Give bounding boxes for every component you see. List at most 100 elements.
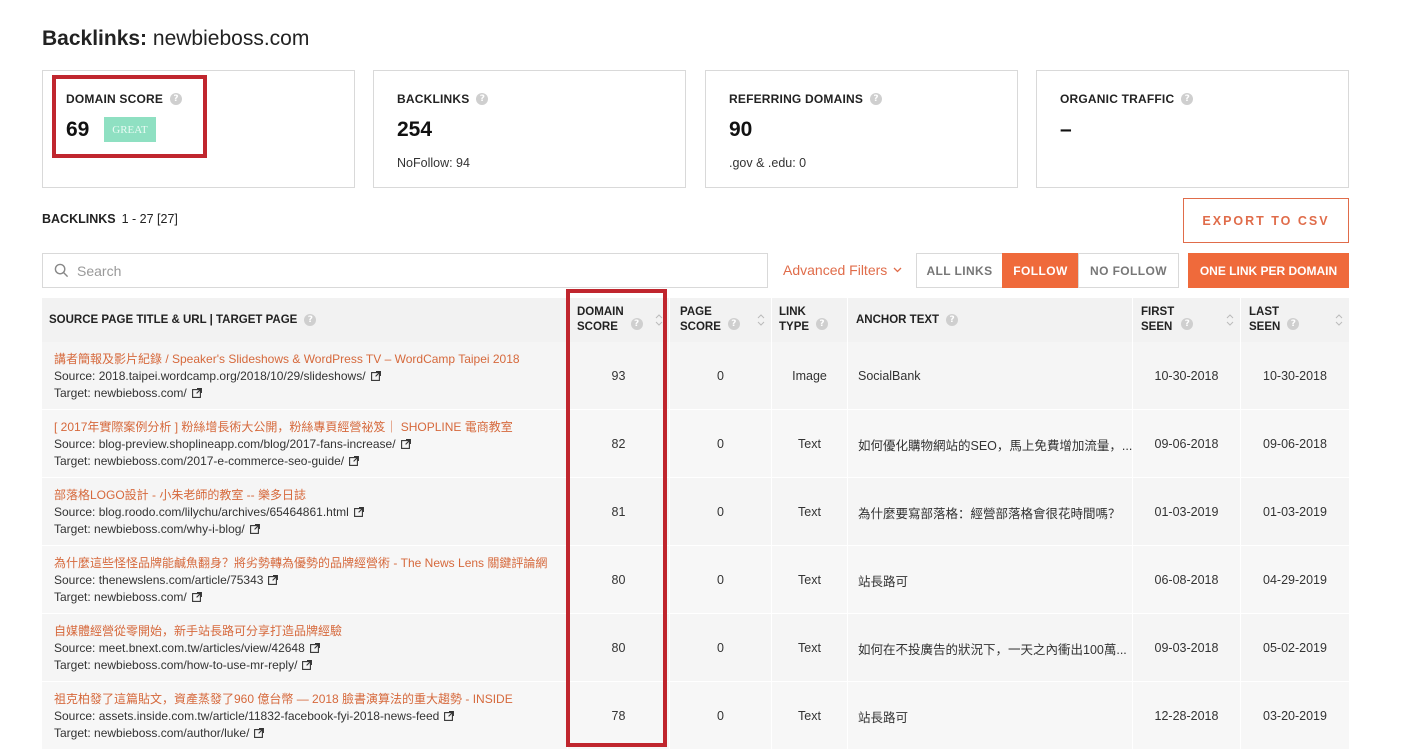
source-url: Source: thenewslens.com/article/75343: [54, 573, 264, 587]
page-title-label: Backlinks:: [42, 27, 148, 50]
highlight-box: [52, 75, 207, 158]
help-icon[interactable]: ?: [870, 93, 883, 105]
gov-edu-count: .gov & .edu: 0: [729, 156, 807, 170]
external-link-icon[interactable]: [268, 575, 279, 586]
col-source-label: SOURCE PAGE TITLE & URL | TARGET PAGE: [49, 313, 298, 326]
search-input[interactable]: [77, 262, 677, 279]
organic-traffic-label: ORGANIC TRAFFIC: [1060, 92, 1175, 106]
filter-no-follow[interactable]: NO FOLLOW: [1078, 253, 1179, 288]
chevron-down-icon: [893, 267, 902, 273]
source-title-link[interactable]: 自媒體經營從零開始，新手站長路可分享打造品牌經驗: [54, 623, 342, 640]
source-title-link[interactable]: 祖克柏發了這篇貼文，資產蒸發了960 億台幣 — 2018 臉書演算法的重大趨勢…: [54, 691, 513, 708]
col-last-seen-l2: SEEN: [1249, 321, 1281, 333]
target-url: Target: newbieboss.com/2017-e-commerce-s…: [54, 453, 345, 468]
external-link-icon[interactable]: [349, 455, 360, 466]
page-score-cell: 0: [670, 614, 772, 682]
external-link-icon[interactable]: [444, 711, 455, 722]
external-link-icon[interactable]: [353, 507, 364, 518]
link-type-cell: Text: [772, 614, 848, 682]
col-source: SOURCE PAGE TITLE & URL | TARGET PAGE?: [42, 298, 568, 342]
anchor-text-cell: 站長路可: [848, 682, 1133, 750]
help-icon[interactable]: ?: [727, 318, 740, 330]
backlinks-label: BACKLINKS: [397, 92, 470, 106]
nofollow-count: NoFollow: 94: [397, 156, 470, 170]
help-icon[interactable]: ?: [946, 314, 959, 326]
highlight-box: [566, 289, 667, 747]
filter-all-links[interactable]: ALL LINKS: [916, 253, 1003, 288]
page-score-cell: 0: [670, 682, 772, 750]
target-url: Target: newbieboss.com/author/luke/: [54, 725, 250, 740]
page-score-cell: 0: [670, 478, 772, 546]
source-title-link[interactable]: [ 2017年實際案例分析 ] 粉絲增長術大公開，粉絲專頁經營祕笈｜ SHOPL…: [54, 419, 513, 436]
source-title-link[interactable]: 講者簡報及影片紀錄 / Speaker's Slideshows & WordP…: [54, 351, 520, 368]
link-type-cell: Text: [772, 478, 848, 546]
table-row: 祖克柏發了這篇貼文，資產蒸發了960 億台幣 — 2018 臉書演算法的重大趨勢…: [42, 682, 1349, 750]
last-seen-cell: 10-30-2018: [1263, 369, 1327, 383]
table-row: [ 2017年實際案例分析 ] 粉絲增長術大公開，粉絲專頁經營祕笈｜ SHOPL…: [42, 410, 1349, 478]
last-seen-cell: 03-20-2019: [1263, 709, 1327, 723]
external-link-icon[interactable]: [191, 591, 202, 602]
help-icon[interactable]: ?: [816, 318, 829, 330]
last-seen-cell: 09-06-2018: [1263, 437, 1327, 451]
table-row: 部落格LOGO設計 - 小朱老師的教室 -- 樂多日誌 Source: blog.…: [42, 478, 1349, 546]
link-type-cell: Text: [772, 682, 848, 750]
sort-icon[interactable]: [757, 313, 765, 327]
first-seen-cell: 09-03-2018: [1133, 614, 1241, 682]
help-icon[interactable]: ?: [1287, 318, 1300, 330]
page-score-cell: 0: [670, 410, 772, 478]
help-icon[interactable]: ?: [476, 93, 489, 105]
one-link-per-domain-button[interactable]: ONE LINK PER DOMAIN: [1188, 253, 1349, 288]
search-box[interactable]: [42, 253, 768, 288]
source-cell: 祖克柏發了這篇貼文，資產蒸發了960 億台幣 — 2018 臉書演算法的重大趨勢…: [42, 682, 568, 750]
col-page-score[interactable]: PAGE SCORE?: [670, 298, 772, 342]
referring-domains-label: REFERRING DOMAINS: [729, 92, 864, 106]
col-page-score-l2: SCORE: [680, 321, 721, 333]
source-cell: 自媒體經營從零開始，新手站長路可分享打造品牌經驗 Source: meet.bne…: [42, 614, 568, 682]
source-cell: 講者簡報及影片紀錄 / Speaker's Slideshows & WordP…: [42, 342, 568, 410]
link-type-cell: Text: [772, 546, 848, 614]
advanced-filters-toggle[interactable]: Advanced Filters: [783, 262, 902, 278]
last-seen-cell: 05-02-2019: [1263, 641, 1327, 655]
target-url: Target: newbieboss.com/: [54, 589, 187, 604]
col-last-seen[interactable]: LAST SEEN?: [1241, 298, 1349, 342]
first-seen-cell: 12-28-2018: [1133, 682, 1241, 750]
referring-domains-card: REFERRING DOMAINS? 90 .gov & .edu: 0: [705, 70, 1018, 188]
filter-follow[interactable]: FOLLOW: [1002, 253, 1079, 288]
col-link-type: LINK TYPE?: [772, 298, 848, 342]
anchor-text-cell: SocialBank: [848, 342, 1133, 410]
last-seen-cell: 04-29-2019: [1263, 573, 1327, 587]
first-seen-cell: 06-08-2018: [1133, 546, 1241, 614]
help-icon[interactable]: ?: [1181, 93, 1194, 105]
referring-domains-value: 90: [729, 118, 753, 141]
source-cell: 部落格LOGO設計 - 小朱老師的教室 -- 樂多日誌 Source: blog.…: [42, 478, 568, 546]
page-title: Backlinks: newbieboss.com: [42, 27, 309, 51]
external-link-icon[interactable]: [249, 523, 260, 534]
external-link-icon[interactable]: [370, 371, 381, 382]
backlinks-heading: BACKLINKS 1 - 27 [27]: [42, 212, 178, 226]
results-range: 1 - 27 [27]: [121, 212, 178, 226]
col-link-type-l1: LINK: [779, 306, 806, 318]
first-seen-cell: 10-30-2018: [1133, 342, 1241, 410]
first-seen-cell: 09-06-2018: [1133, 410, 1241, 478]
external-link-icon[interactable]: [254, 727, 265, 738]
table-header: SOURCE PAGE TITLE & URL | TARGET PAGE? D…: [42, 298, 1349, 342]
external-link-icon[interactable]: [309, 643, 320, 654]
external-link-icon[interactable]: [400, 439, 411, 450]
export-csv-button[interactable]: EXPORT TO CSV: [1183, 198, 1349, 243]
source-title-link[interactable]: 部落格LOGO設計 - 小朱老師的教室 -- 樂多日誌: [54, 487, 306, 504]
link-type-cell: Text: [772, 410, 848, 478]
anchor-text-cell: 站長路可: [848, 546, 1133, 614]
col-first-seen-l1: FIRST: [1141, 306, 1175, 318]
external-link-icon[interactable]: [191, 387, 202, 398]
external-link-icon[interactable]: [302, 659, 313, 670]
sort-icon[interactable]: [1335, 313, 1343, 327]
col-last-seen-l1: LAST: [1249, 306, 1280, 318]
col-first-seen[interactable]: FIRST SEEN?: [1133, 298, 1241, 342]
table-row: 講者簡報及影片紀錄 / Speaker's Slideshows & WordP…: [42, 342, 1349, 410]
sort-icon[interactable]: [1226, 313, 1234, 327]
anchor-text-cell: 如何在不投廣告的狀況下，一天之內衝出100萬...: [848, 614, 1133, 682]
help-icon[interactable]: ?: [1181, 318, 1194, 330]
help-icon[interactable]: ?: [304, 314, 317, 326]
search-icon: [54, 263, 69, 278]
source-title-link[interactable]: 為什麼這些怪怪品牌能鹹魚翻身？將劣勢轉為優勢的品牌經營術 - The News …: [54, 555, 547, 572]
